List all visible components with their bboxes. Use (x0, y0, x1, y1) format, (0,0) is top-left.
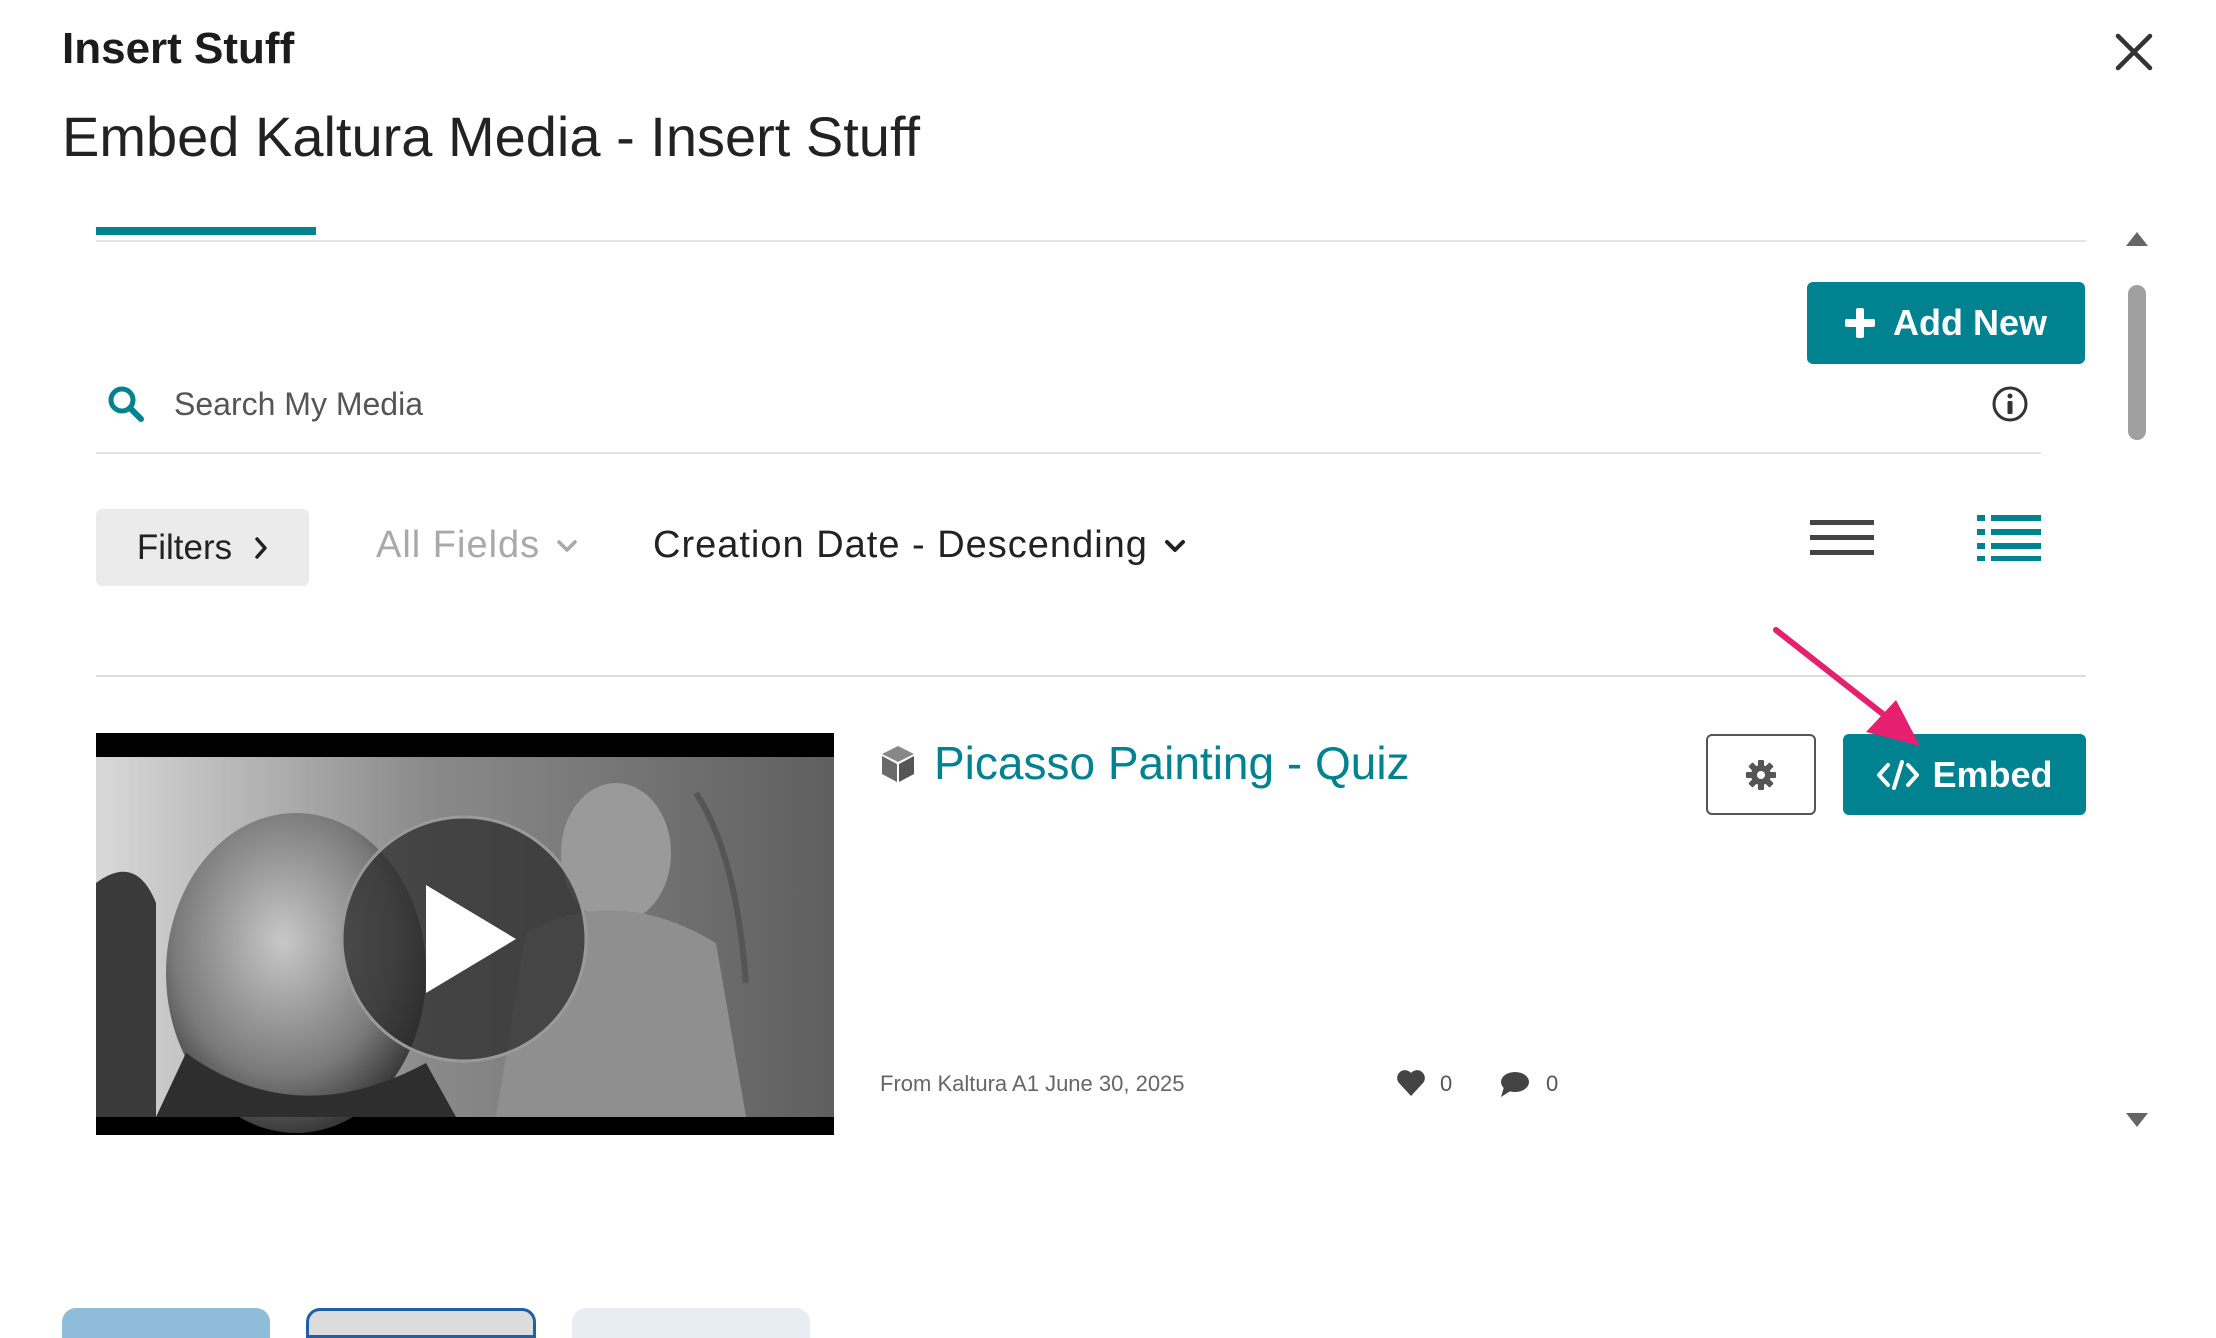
fields-dropdown[interactable]: All Fields (376, 524, 578, 567)
code-icon (1877, 759, 1920, 790)
heart-icon[interactable] (1396, 1069, 1426, 1097)
scrollbar-thumb[interactable] (2128, 285, 2146, 440)
add-new-button[interactable]: Add New (1807, 282, 2085, 364)
chevron-right-icon (255, 536, 267, 559)
sort-dropdown-label: Creation Date - Descending (653, 524, 1148, 566)
page-title: Embed Kaltura Media - Insert Stuff (62, 105, 921, 168)
filters-label: Filters (136, 527, 233, 567)
detailed-view-icon[interactable] (1977, 512, 2041, 562)
active-tab-indicator[interactable] (96, 227, 316, 235)
footer-button-secondary[interactable] (306, 1308, 536, 1338)
footer-button-primary[interactable] (62, 1308, 270, 1338)
tab-divider (96, 240, 2086, 242)
scroll-down-arrow[interactable] (2126, 1113, 2148, 1127)
filters-button[interactable]: Filters (96, 509, 309, 586)
annotation-arrow (1773, 627, 1920, 746)
entry-meta: From Kaltura A1 June 30, 2025 (880, 1071, 1185, 1096)
list-view-icon[interactable] (1810, 512, 1874, 562)
close-button[interactable] (2112, 30, 2156, 74)
scroll-up-arrow[interactable] (2126, 232, 2148, 246)
search-divider (96, 452, 2041, 454)
fields-dropdown-label: All Fields (376, 524, 541, 566)
media-thumbnail[interactable] (96, 733, 834, 1135)
dialog-title: Insert Stuff (62, 24, 295, 73)
add-new-label: Add New (1892, 302, 2047, 343)
entry-title-link[interactable]: Picasso Painting - Quiz (934, 736, 1410, 790)
cube-icon (882, 746, 914, 782)
plus-icon (1844, 308, 1875, 338)
close-icon (2115, 33, 2153, 71)
footer-button-tertiary[interactable] (572, 1308, 810, 1338)
info-icon[interactable] (1991, 385, 2029, 423)
search-input[interactable] (172, 380, 1922, 428)
gear-icon (1746, 759, 1776, 790)
chevron-down-icon (557, 539, 577, 552)
thumbnail-image (96, 757, 834, 1133)
search-icon (108, 386, 144, 422)
comments-count: 0 (1546, 1071, 1559, 1096)
sort-dropdown[interactable]: Creation Date - Descending (653, 524, 1186, 567)
chevron-down-icon (1164, 539, 1185, 552)
comment-icon[interactable] (1499, 1070, 1530, 1098)
likes-count: 0 (1440, 1071, 1453, 1096)
embed-label: Embed (1932, 753, 2053, 795)
